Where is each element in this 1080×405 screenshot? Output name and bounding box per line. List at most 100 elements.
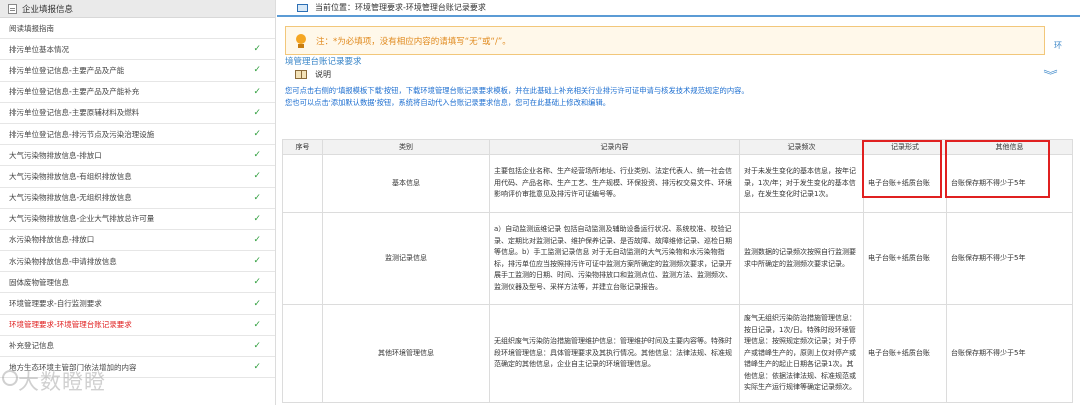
sidebar-item-label: 环境管理要求-环境管理台账记录要求 [9,320,132,330]
check-icon: ✓ [253,192,261,203]
check-icon: ✓ [253,234,261,245]
sidebar-item-label: 排污单位基本情况 [9,44,69,54]
check-icon: ✓ [253,298,261,309]
check-icon: ✓ [253,213,261,224]
sidebar-item-label: 大气污染物排放信息-无组织排放信息 [9,193,132,203]
sidebar-item[interactable]: 排污单位登记信息-主要原辅材料及燃料 ✓ [0,103,275,124]
check-icon: ✓ [253,65,261,76]
cell-category: 基本信息 [322,154,490,213]
sidebar-item-label: 环境管理要求-自行监测要求 [9,299,102,309]
header-frequency: 记录频次 [739,139,864,155]
check-icon: ✓ [253,150,261,161]
notice-text: 注：*为必填项，没有相应内容的请填写“无”或“/”。 [316,36,511,47]
sidebar-item[interactable]: 大气污染物排放信息-排放口 ✓ [0,145,275,167]
sidebar-item[interactable]: 大气污染物排放信息-企业大气排放总许可量 ✓ [0,209,275,230]
sidebar-item[interactable]: 补充登记信息 ✓ [0,336,275,357]
chevron-down-icon[interactable]: ︾ [1043,67,1057,83]
cell-content: 主要包括企业名称、生产经营场所地址、行业类别、法定代表人、统一社会信用代码、产品… [489,154,740,213]
sidebar-item[interactable]: 大气污染物排放信息-无组织排放信息 ✓ [0,188,275,209]
header-form: 记录形式 [863,139,947,155]
sidebar-item[interactable]: 排污单位登记信息-主要产品及产能补充 ✓ [0,82,275,103]
sidebar-item[interactable]: 环境管理要求-自行监测要求 ✓ [0,293,275,315]
sidebar-item-label: 排污单位登记信息-主要产品及产能补充 [9,87,140,97]
cell-content: 无组织废气污染防治措施管理维护信息：管理维护时间及主要内容等。特殊时段环境管理信… [489,304,740,403]
sidebar-item[interactable]: 阅读填报指南 [0,18,275,40]
sidebar-item[interactable]: 固体废物管理信息 ✓ [0,272,275,294]
sidebar-title: 企业填报信息 [22,4,74,15]
sidebar-item-label: 地方生态环境主管部门依法增加的内容 [9,362,137,372]
explain-toggle[interactable]: 说明 [295,69,331,80]
sidebar-item[interactable]: 环境管理要求-环境管理台账记录要求 ✓ [0,315,275,336]
check-icon: ✓ [253,86,261,97]
section-title: 境管理台账记录要求 [285,57,362,67]
sidebar-item-label: 大气污染物排放信息-企业大气排放总许可量 [9,214,155,224]
check-icon: ✓ [253,277,261,288]
sidebar: 企业填报信息 阅读填报指南 排污单位基本情况 ✓ 排污单位登记信息-主要产品及产能 ✓ 排… [0,0,276,405]
sidebar-item[interactable]: 排污单位基本情况 ✓ [0,39,275,61]
cell-content: a）自动监测运维记录 包括自动监测及辅助设备运行状况、系统校准、校验记录、定期比… [489,212,740,305]
cell-other: 台账保存期不得少于5年 [946,304,1073,403]
cell-other: 台账保存期不得少于5年 [946,212,1073,305]
header-category: 类别 [322,139,490,155]
sidebar-item-label: 排污单位登记信息-主要产品及产能 [9,65,125,75]
sidebar-item-label: 排污单位登记信息-排污节点及污染治理设施 [9,129,155,139]
instruction-line: 您可点击右侧的'填报模板下载'按钮，下载环境管理台账记录要求模板，并在此基础上补… [285,86,749,95]
check-icon: ✓ [253,319,261,330]
breadcrumb: 当前位置：环境管理要求-环境管理台账记录要求 [315,3,486,12]
check-icon: ✓ [253,44,261,55]
cell-frequency: 监测数据的记录频次按照自行监测要求中所确定的监测频次要求记录。 [739,212,864,305]
sidebar-list: 阅读填报指南 排污单位基本情况 ✓ 排污单位登记信息-主要产品及产能 ✓ 排污单位登记信息… [0,18,275,379]
instructions: 您可点击右侧的'填报模板下载'按钮，下载环境管理台账记录要求模板，并在此基础上补… [285,85,749,109]
book-icon [295,70,307,79]
check-icon: ✓ [253,362,261,373]
sidebar-item-label: 排污单位登记信息-主要原辅材料及燃料 [9,108,140,118]
sidebar-item[interactable]: 地方生态环境主管部门依法增加的内容 ✓ [0,357,275,379]
cell-category: 监测记录信息 [322,212,490,305]
table-header-row: 序号 类别 记录内容 记录频次 记录形式 其他信息 [282,139,1073,155]
watermark-logo-icon [2,370,18,386]
header-other: 其他信息 [946,139,1073,155]
sidebar-item-label: 水污染物排放信息-申请排放信息 [9,256,117,266]
lightbulb-icon [294,33,308,49]
cell-other: 台账保存期不得少于5年 [946,154,1073,213]
sidebar-item[interactable]: 大气污染物排放信息-有组织排放信息 ✓ [0,166,275,188]
header-content: 记录内容 [489,139,740,155]
main-content: 当前位置：环境管理要求-环境管理台账记录要求 注：*为必填项，没有相应内容的请填… [277,0,1080,405]
sidebar-header: 企业填报信息 [0,0,275,18]
check-icon: ✓ [253,256,261,267]
cell-frequency: 对于未发生变化的基本信息，按年记录，1次/年；对于发生变化的基本信息，在发生变化… [739,154,864,213]
ledger-requirements-table: 序号 类别 记录内容 记录频次 记录形式 其他信息 基本信息 主要包括企业名称、生… [282,139,1073,403]
cell-form: 电子台账+纸质台账 [863,212,947,305]
breadcrumb-bar: 当前位置：环境管理要求-环境管理台账记录要求 [277,0,1080,17]
explain-label: 说明 [315,70,331,79]
sidebar-item[interactable]: 水污染物排放信息-排放口 ✓ [0,230,275,252]
sidebar-item-label: 大气污染物排放信息-有组织排放信息 [9,171,132,181]
sidebar-item[interactable]: 水污染物排放信息-申请排放信息 ✓ [0,251,275,273]
sidebar-item-label: 水污染物排放信息-排放口 [9,235,95,245]
table-row: 其他环境管理信息 无组织废气污染防治措施管理维护信息：管理维护时间及主要内容等。特… [282,304,1073,403]
cell-no [282,304,323,403]
sidebar-item-label: 大气污染物排放信息-排放口 [9,150,102,160]
check-icon: ✓ [253,129,261,140]
monitor-icon [297,3,308,12]
document-icon [8,3,17,14]
sidebar-item[interactable]: 排污单位登记信息-排污节点及污染治理设施 ✓ [0,124,275,146]
sidebar-item-label: 补充登记信息 [9,341,54,351]
sidebar-item-label: 阅读填报指南 [9,23,54,33]
cell-frequency: 废气无组织污染防治措施管理信息：按日记录，1次/日。特殊时段环境管理信息：按照规… [739,304,864,403]
header-no: 序号 [282,139,323,155]
cell-category: 其他环境管理信息 [322,304,490,403]
cell-no [282,154,323,213]
check-icon: ✓ [253,340,261,351]
table-row: 基本信息 主要包括企业名称、生产经营场所地址、行业类别、法定代表人、统一社会信用代… [282,154,1073,213]
cell-form: 电子台账+纸质台账 [863,154,947,213]
section-title-wrap: 环 [1054,41,1062,50]
check-icon: ✓ [253,107,261,118]
sidebar-item[interactable]: 排污单位登记信息-主要产品及产能 ✓ [0,60,275,82]
sidebar-item-label: 固体废物管理信息 [9,277,69,287]
required-notice: 注：*为必填项，没有相应内容的请填写“无”或“/”。 [285,26,1045,55]
table-row: 监测记录信息 a）自动监测运维记录 包括自动监测及辅助设备运行状况、系统校准、校验… [282,212,1073,305]
check-icon: ✓ [253,171,261,182]
cell-form: 电子台账+纸质台账 [863,304,947,403]
instruction-line: 您也可以点击'添加默认数据'按钮，系统将自动代入台账记录要求信息，您可在此基础上… [285,98,611,107]
